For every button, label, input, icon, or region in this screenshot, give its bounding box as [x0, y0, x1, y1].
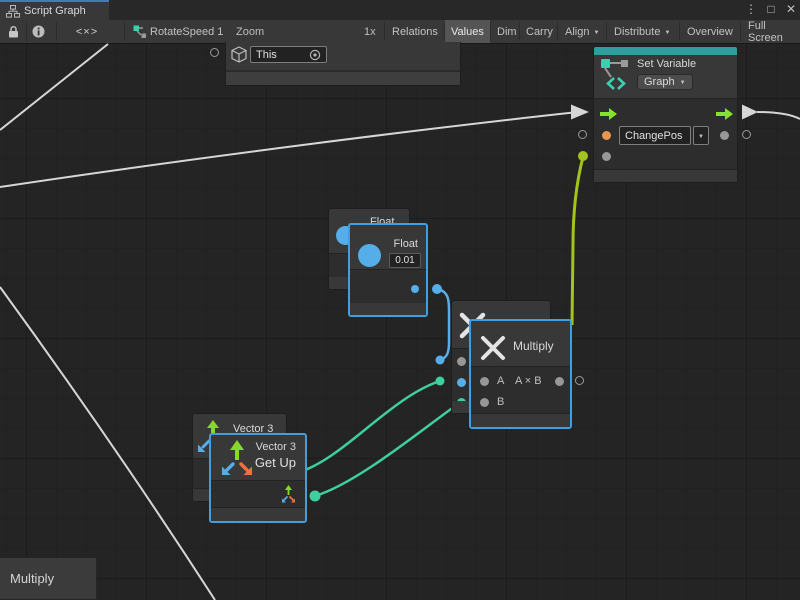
node-vector3-get-up[interactable]: Vector 3 Get Up — [209, 433, 307, 523]
object-picker-icon[interactable] — [309, 49, 321, 61]
float-value-field[interactable]: 0.01 — [389, 253, 421, 268]
node-title: Multiply — [10, 571, 54, 586]
node-footer — [350, 303, 426, 315]
port-b[interactable] — [480, 398, 489, 407]
toolbar-separator — [124, 22, 125, 41]
set-variable-icon — [600, 58, 630, 91]
this-field-value: This — [256, 49, 277, 61]
values-button[interactable]: Values — [445, 20, 490, 43]
this-object-field[interactable]: This — [250, 46, 327, 63]
node-title: Multiply — [513, 339, 554, 353]
port-output-value[interactable] — [720, 131, 729, 140]
toolbar-separator — [740, 22, 741, 41]
window-menu-icon[interactable]: ⋮ — [744, 2, 758, 16]
node-set-variable[interactable]: Set Variable Graph ▼ ChangePos ▼ — [593, 46, 738, 183]
port-ring-multiply-result[interactable] — [575, 376, 584, 385]
port-b-label: B — [497, 396, 504, 408]
gameobject-cube-icon — [231, 46, 247, 63]
port-ring-this-input[interactable] — [210, 48, 219, 57]
flow-input-arrow[interactable] — [600, 108, 617, 120]
info-icon — [32, 25, 45, 38]
toolbar-separator — [606, 22, 607, 41]
close-icon[interactable]: ✕ — [784, 2, 798, 16]
tab-script-graph[interactable]: Script Graph — [0, 2, 109, 20]
node-footer — [594, 169, 737, 182]
zoom-value: 1x — [364, 20, 376, 43]
chevron-down-icon: ▼ — [593, 30, 599, 36]
port-vector3-output-icon[interactable] — [279, 485, 298, 505]
node-footer — [226, 70, 460, 85]
port-ring-setvariable-right[interactable] — [742, 130, 751, 139]
node-multiply[interactable]: Multiply A A × B B — [469, 319, 572, 429]
variable-scope-dropdown[interactable]: Graph ▼ — [637, 74, 693, 90]
node-this[interactable]: This — [225, 42, 461, 86]
zoom-label: Zoom — [236, 20, 264, 43]
toolbar-separator — [26, 22, 27, 41]
breadcrumb-graph-name[interactable]: RotateSpeed 1 — [150, 20, 223, 43]
maximize-icon[interactable]: □ — [764, 2, 778, 16]
flow-output-arrow[interactable] — [716, 108, 733, 120]
node-title: Set Variable — [637, 58, 696, 70]
dim-button[interactable]: Dim — [491, 20, 523, 43]
distribute-dropdown[interactable]: Distribute ▼ — [608, 20, 676, 43]
carry-button[interactable]: Carry — [520, 20, 559, 43]
node-subtitle: Get Up — [255, 455, 296, 470]
toolbar-separator — [679, 22, 680, 41]
port-ring-setvariable-left[interactable] — [578, 130, 587, 139]
toolbar-separator — [56, 22, 57, 41]
graph-breadcrumb-icon-wrap — [131, 20, 149, 43]
code-view-glyph: <×> — [76, 26, 98, 38]
window-controls: ⋮ □ ✕ — [744, 0, 798, 18]
port-result[interactable] — [555, 377, 564, 386]
overview-button[interactable]: Overview — [681, 20, 739, 43]
float-icon — [358, 244, 381, 267]
multiply-icon — [479, 334, 507, 362]
variable-kind-stripe — [594, 47, 737, 55]
node-title: Vector 3 — [256, 441, 296, 453]
graph-asset-icon — [133, 25, 147, 38]
port-a-label: A — [497, 375, 504, 387]
node-float[interactable]: Float 0.01 — [348, 223, 428, 317]
port-input[interactable] — [457, 357, 466, 366]
lock-button[interactable] — [4, 20, 22, 43]
port-input-value[interactable] — [602, 152, 611, 161]
tab-label: Script Graph — [24, 5, 86, 17]
port-variable-name[interactable] — [602, 131, 611, 140]
node-footer — [211, 507, 305, 521]
variable-name-dropdown-button[interactable]: ▼ — [693, 126, 709, 145]
node-multiply-offscreen[interactable]: Multiply — [0, 557, 97, 600]
vector3-icon — [217, 438, 257, 479]
port-result-label: A × B — [515, 375, 542, 387]
port-float-output[interactable] — [411, 285, 419, 293]
align-dropdown[interactable]: Align ▼ — [559, 20, 605, 43]
tab-bar: Script Graph ⋮ □ ✕ — [0, 0, 800, 20]
fullscreen-button[interactable]: Full Screen — [742, 20, 800, 43]
relations-button[interactable]: Relations — [386, 20, 444, 43]
port-input-a[interactable] — [457, 378, 466, 387]
info-button[interactable] — [29, 20, 47, 43]
lock-icon — [8, 26, 19, 38]
code-view-toggle[interactable]: <×> — [62, 20, 112, 43]
script-graph-icon — [6, 5, 20, 18]
toolbar-separator — [384, 22, 385, 41]
chevron-down-icon: ▼ — [698, 134, 704, 140]
port-a[interactable] — [480, 377, 489, 386]
node-body — [471, 366, 570, 415]
unity-visual-scripting-window: Script Graph ⋮ □ ✕ <×> — [0, 0, 800, 600]
chevron-down-icon: ▼ — [680, 80, 686, 86]
toolbar-separator — [557, 22, 558, 41]
variable-name-field[interactable]: ChangePos — [619, 126, 691, 145]
graph-name-label: RotateSpeed 1 — [150, 26, 223, 38]
chevron-down-icon: ▼ — [664, 30, 670, 36]
graph-toolbar: <×> RotateSpeed 1 Zoom 1x Relations Valu… — [0, 20, 800, 44]
node-title: Float — [394, 238, 418, 250]
node-footer — [471, 413, 570, 427]
